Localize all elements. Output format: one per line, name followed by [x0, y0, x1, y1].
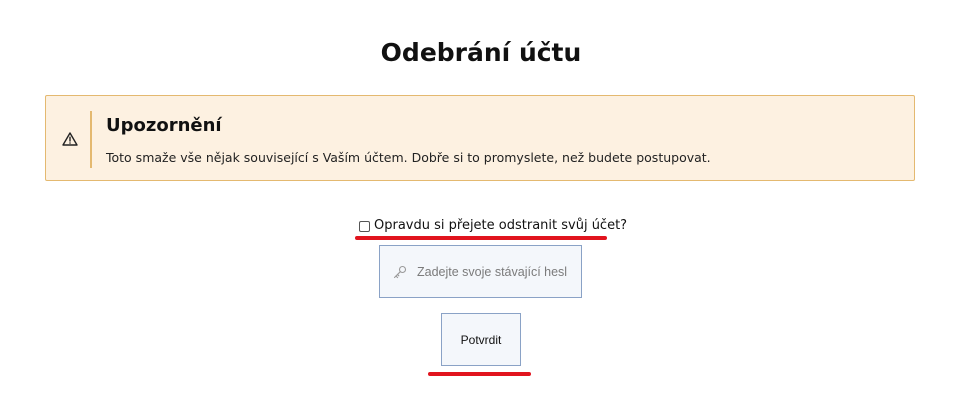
- confirm-button[interactable]: Potvrdit: [441, 313, 521, 366]
- page-title: Odebrání účtu: [380, 38, 582, 67]
- confirm-delete-label: Opravdu si přejete odstranit svůj účet?: [374, 218, 628, 233]
- red-underline-annotation: [428, 372, 531, 376]
- password-input[interactable]: [417, 264, 567, 279]
- confirm-delete-checkbox[interactable]: [359, 220, 370, 232]
- warning-triangle-icon: [62, 132, 78, 146]
- key-icon: [393, 265, 407, 278]
- account-removal-page: Odebrání účtu Upozornění Toto smaže vše …: [0, 0, 970, 416]
- red-underline-annotation: [355, 236, 607, 240]
- password-field[interactable]: [379, 245, 582, 298]
- warning-divider: [90, 111, 92, 168]
- warning-alert: Upozornění Toto smaže vše nějak souvisej…: [45, 95, 915, 181]
- warning-text: Toto smaže vše nějak související s Vaším…: [106, 150, 711, 165]
- warning-title: Upozornění: [106, 115, 222, 136]
- confirm-delete-row[interactable]: Opravdu si přejete odstranit svůj účet?: [358, 216, 627, 236]
